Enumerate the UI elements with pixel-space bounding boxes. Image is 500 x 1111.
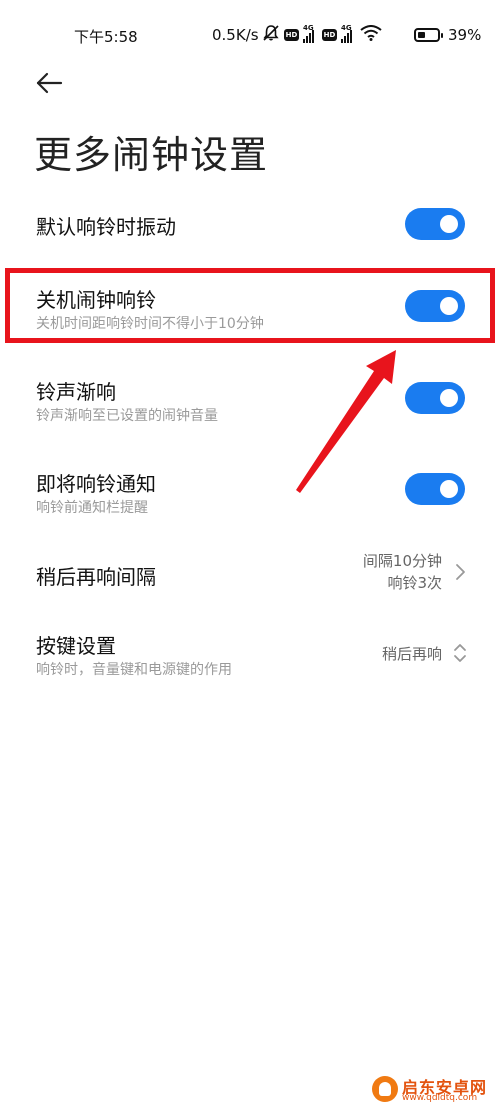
setting-vibrate-on-ring[interactable]: 默认响铃时振动 [0, 190, 500, 260]
chevron-up-down-icon [454, 644, 466, 662]
bell-muted-icon [262, 24, 280, 46]
setting-snooze-interval[interactable]: 稍后再响间隔 间隔10分钟 响铃3次 [0, 545, 500, 605]
battery-icon [414, 28, 443, 42]
setting-label: 默认响铃时振动 [36, 215, 176, 239]
key-behavior-value: 稍后再响 [381, 645, 442, 663]
watermark-logo-icon [372, 1076, 398, 1102]
chevron-right-icon [456, 564, 465, 580]
setting-label: 按键设置 [36, 634, 116, 658]
setting-label: 铃声渐响 [36, 380, 116, 404]
setting-key-behavior[interactable]: 按键设置 响铃时，音量键和电源键的作用 稍后再响 [0, 620, 500, 690]
setting-description: 响铃前通知栏提醒 [36, 500, 148, 516]
hd-icon: HD [284, 29, 299, 41]
vibrate-toggle[interactable] [405, 208, 465, 240]
status-time: 下午5:58 [74, 28, 138, 46]
battery-percent: 39% [448, 26, 482, 44]
upcoming-notification-toggle[interactable] [405, 473, 465, 505]
setting-upcoming-notification[interactable]: 即将响铃通知 响铃前通知栏提醒 [0, 455, 500, 530]
snooze-interval-value: 间隔10分钟 响铃3次 [362, 552, 442, 592]
back-button[interactable] [34, 68, 68, 98]
signal-2-icon: 4G [341, 24, 352, 43]
arrow-left-icon [36, 72, 63, 94]
hd-icon-2: HD [322, 29, 337, 41]
page-title: 更多闹钟设置 [34, 133, 269, 177]
watermark: 启东安卓网 www.qdldtq.com [372, 1074, 497, 1104]
status-bar: 下午5:58 0.5K/s HD 4G HD 4G 39% [0, 0, 500, 70]
status-icons: HD 4G HD 4G [262, 24, 382, 46]
setting-label: 稍后再响间隔 [36, 565, 156, 589]
wifi-icon [360, 25, 382, 45]
signal-1-icon: 4G [303, 24, 314, 43]
setting-gradual-volume[interactable]: 铃声渐响 铃声渐响至已设置的闹钟音量 [0, 362, 500, 437]
setting-description: 响铃时，音量键和电源键的作用 [36, 662, 232, 678]
status-net-speed: 0.5K/s [212, 26, 259, 44]
setting-label: 即将响铃通知 [36, 472, 156, 496]
highlight-frame [5, 268, 495, 343]
gradual-volume-toggle[interactable] [405, 382, 465, 414]
setting-description: 铃声渐响至已设置的闹钟音量 [36, 408, 218, 424]
watermark-url: www.qdldtq.com [402, 1093, 478, 1103]
